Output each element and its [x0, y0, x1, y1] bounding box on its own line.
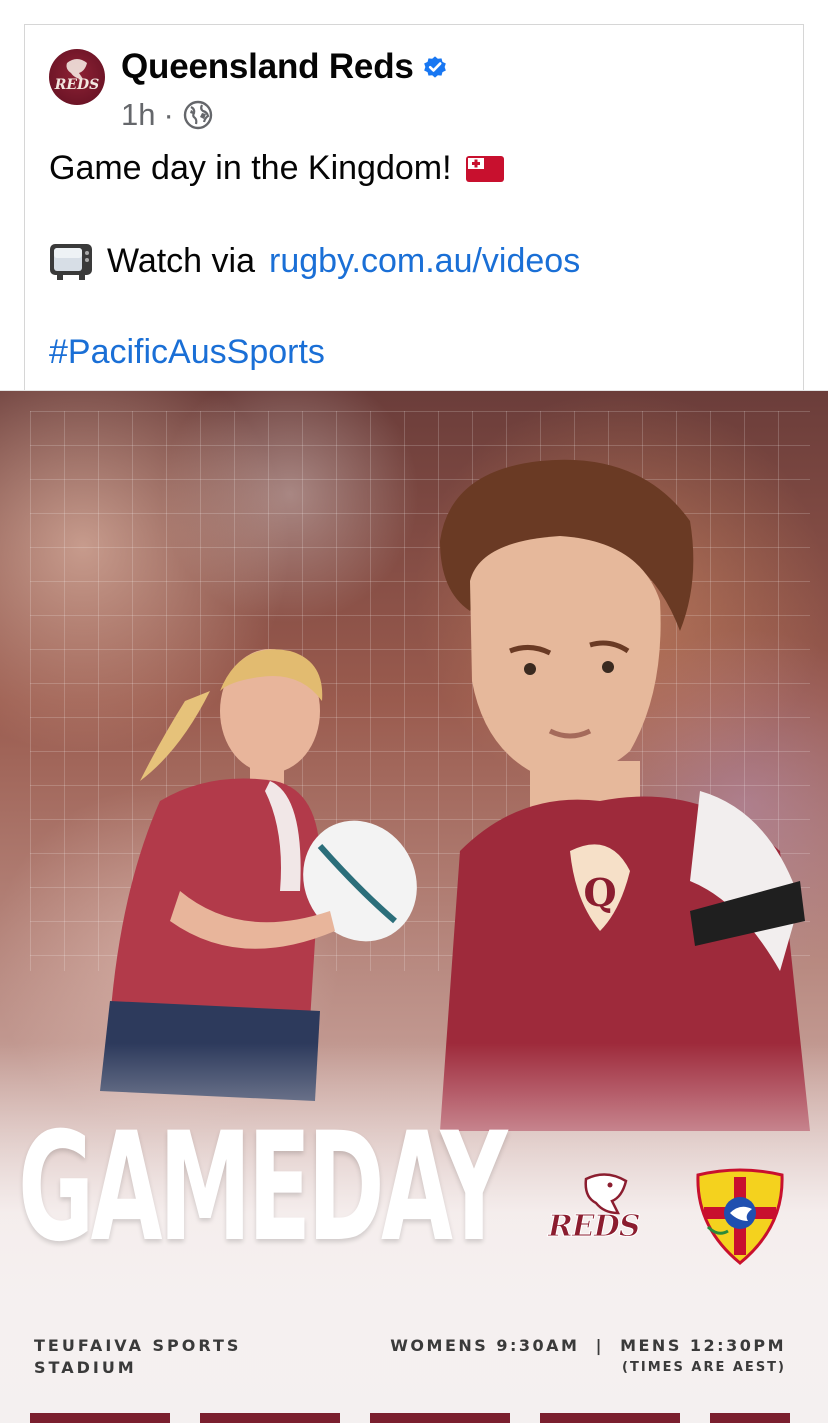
gameday-headline: GAMEDAY	[18, 1101, 508, 1275]
svg-text:Q: Q	[583, 870, 616, 915]
verified-badge-icon	[423, 56, 446, 78]
kickoff-times: WOMENS 9:30AM | MENS 12:30PM (TIMES ARE …	[390, 1335, 786, 1379]
television-icon	[50, 244, 92, 280]
svg-text:REDS: REDS	[54, 77, 100, 93]
venue-line2: STADIUM	[34, 1358, 137, 1377]
post-text-line2: Watch via rugby.com.au/videos	[49, 241, 580, 281]
post-author[interactable]: Queensland Reds	[121, 47, 448, 87]
watch-via-text: Watch via	[107, 241, 256, 280]
meta-separator: ·	[163, 97, 174, 132]
times-note: (TIMES ARE AEST)	[622, 1360, 786, 1375]
globe-icon[interactable]	[182, 99, 214, 131]
venue-line1: TEUFAIVA SPORTS	[34, 1336, 242, 1355]
video-link[interactable]: rugby.com.au/videos	[269, 242, 580, 281]
post-time[interactable]: 1h	[121, 97, 155, 133]
venue: TEUFAIVA SPORTS STADIUM	[34, 1335, 241, 1379]
post-text-line3: #PacificAusSports	[49, 333, 325, 372]
match-times: WOMENS 9:30AM | MENS 12:30PM	[390, 1336, 786, 1355]
hashtag-link[interactable]: #PacificAusSports	[49, 333, 325, 372]
author-name[interactable]: Queensland Reds	[121, 47, 414, 87]
tonga-rugby-shield-icon	[696, 1168, 784, 1265]
tonga-flag-icon	[465, 155, 504, 182]
bottom-decor-strip	[30, 1413, 790, 1423]
reds-wordmark: REDS	[547, 1209, 640, 1245]
post-card: REDS Queensland Reds 1h · Game day in th…	[24, 24, 804, 390]
post-meta: 1h ·	[121, 97, 214, 133]
male-player-illustration: Q	[440, 459, 810, 1131]
post-text: Game day in the Kingdom!	[49, 149, 452, 187]
post-image[interactable]: Q GAMEDAY REDS TEUFAIVA SPORTS STADIUM W…	[0, 390, 828, 1423]
post-text-line1: Game day in the Kingdom!	[49, 149, 504, 188]
reds-logo-icon[interactable]: REDS	[49, 49, 105, 105]
